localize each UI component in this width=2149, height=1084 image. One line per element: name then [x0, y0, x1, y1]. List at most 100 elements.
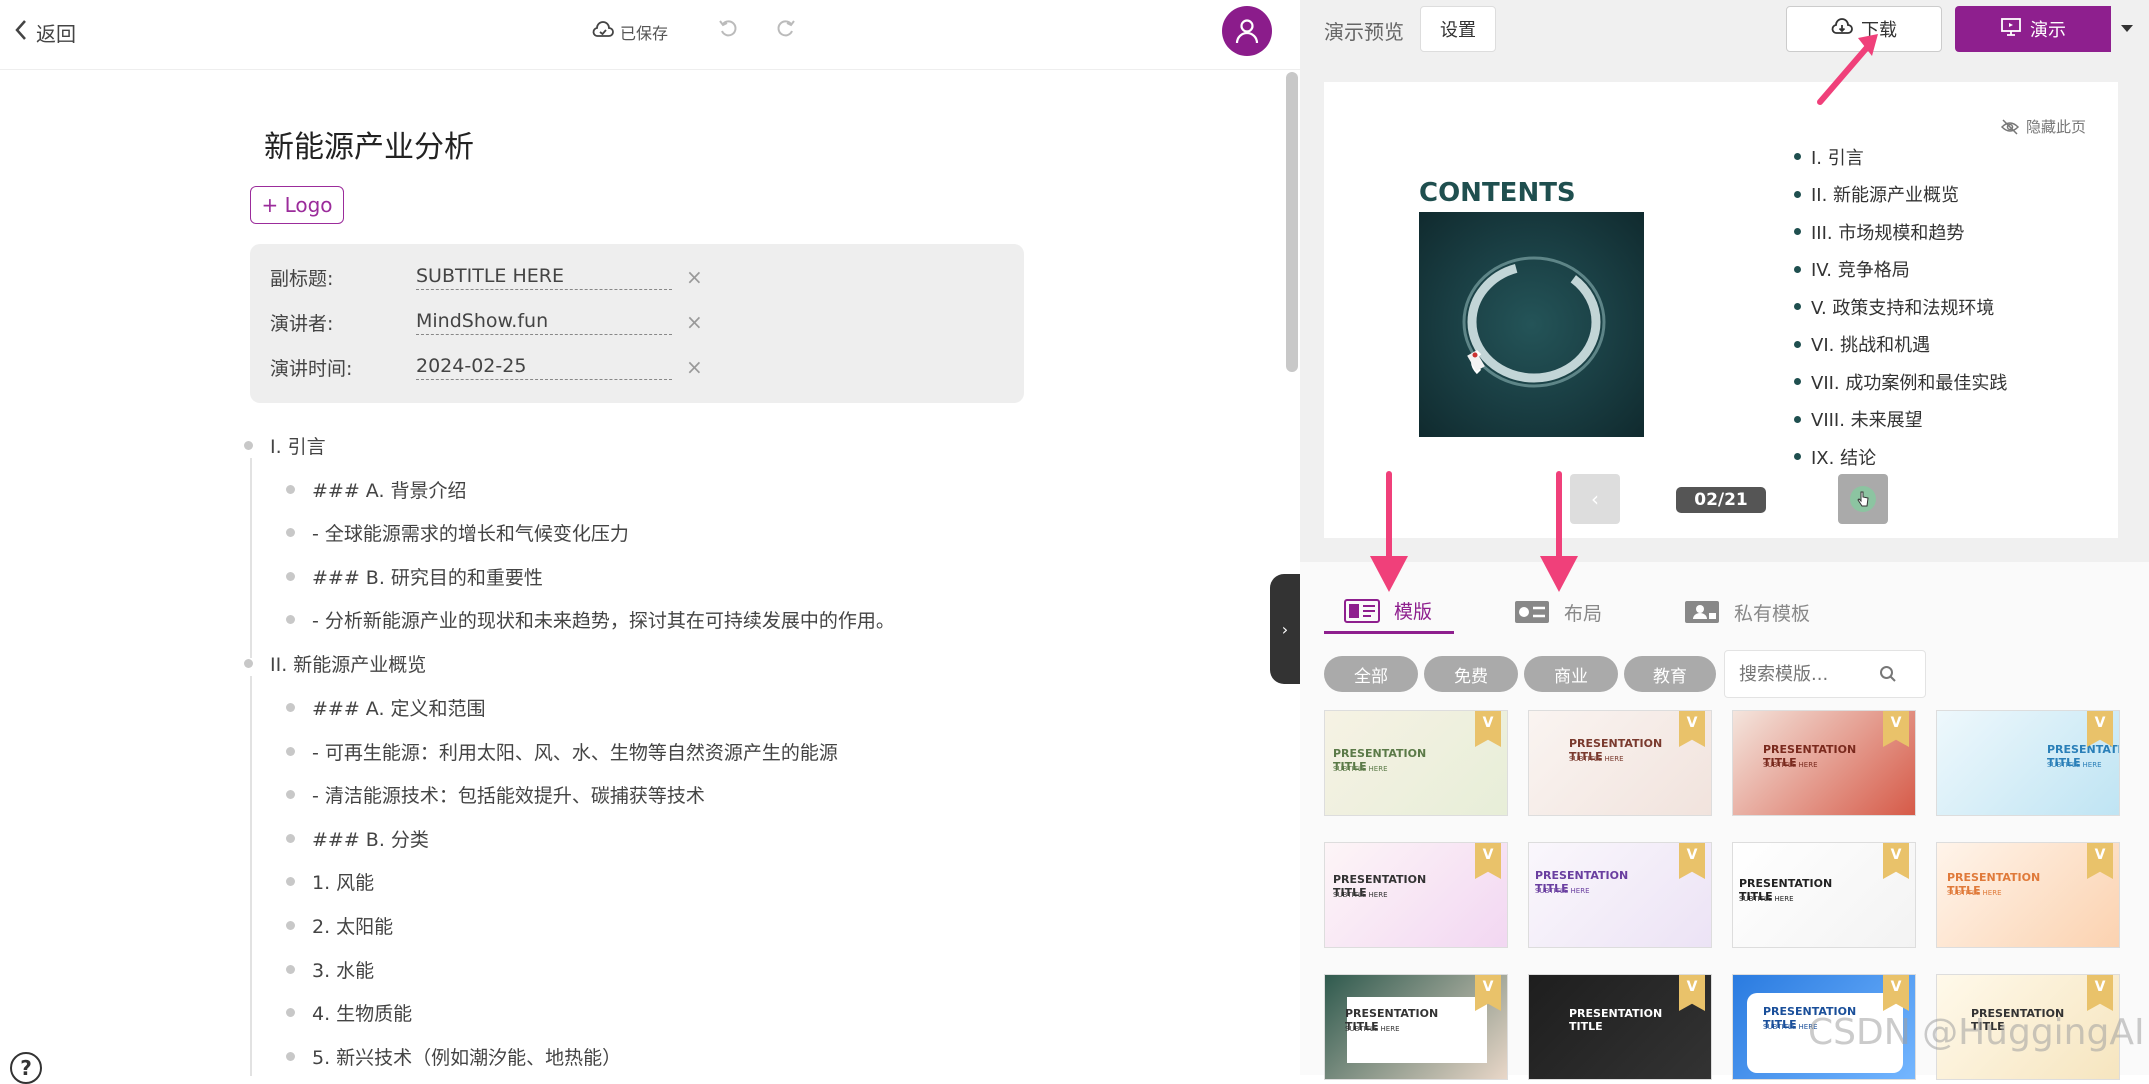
editor-scrollbar[interactable] [1286, 72, 1298, 372]
outline-heading[interactable]: I. 引言 [244, 432, 326, 459]
outline-item[interactable]: 3. 水能 [286, 956, 374, 983]
outline-item[interactable]: ### A. 定义和范围 [286, 694, 486, 721]
date-row: 演讲时间: 2024-02-25 × [270, 352, 703, 382]
presenter-row: 演讲者: MindShow.fun × [270, 307, 703, 337]
template-card[interactable]: PRESENTATION TITLESUBTITLE HEREV [1528, 842, 1712, 948]
document-title[interactable]: 新能源产业分析 [264, 122, 474, 166]
filter-business[interactable]: 商业 [1524, 656, 1618, 692]
outline-item[interactable]: - 可再生能源：利用太阳、风、水、生物等自然资源产生的能源 [286, 738, 838, 765]
template-card[interactable]: PRESENTATION TITLESUBTITLE HEREV [1324, 710, 1508, 816]
bullet-dot-icon[interactable] [244, 441, 253, 450]
bullet-dot-icon[interactable] [286, 615, 295, 624]
chevron-left-icon: ‹ [1591, 487, 1599, 511]
toc-item: IX. 结论 [1794, 438, 2007, 476]
boat-wake-image [1419, 212, 1644, 437]
template-card[interactable]: PRESENTATION TITLESUBTITLE HEREV [1936, 842, 2120, 948]
redo-button[interactable] [776, 18, 796, 44]
outline-item[interactable]: - 分析新能源产业的现状和未来趋势，探讨其在可持续发展中的作用。 [286, 606, 895, 633]
bullet-dot-icon[interactable] [286, 790, 295, 799]
bullet-dot-icon[interactable] [286, 1052, 295, 1061]
vip-badge-icon: V [1475, 843, 1501, 879]
subtitle-field[interactable]: SUBTITLE HERE [416, 265, 672, 290]
user-icon [1235, 19, 1259, 44]
hide-page-label: 隐藏此页 [2026, 118, 2087, 136]
presenter-field[interactable]: MindShow.fun [416, 310, 672, 335]
outline-guide-line [250, 458, 252, 658]
filter-free[interactable]: 免费 [1424, 656, 1518, 692]
template-card[interactable]: PRESENTATION TITLESUBTITLE HEREV [1324, 974, 1508, 1080]
caret-down-icon [2121, 25, 2133, 32]
filter-education[interactable]: 教育 [1624, 656, 1716, 692]
outline-item[interactable]: ### B. 分类 [286, 825, 429, 852]
clear-presenter-icon[interactable]: × [686, 310, 703, 334]
next-slide-button[interactable] [1838, 474, 1888, 524]
outline-item[interactable]: ### B. 研究目的和重要性 [286, 563, 543, 590]
bullet-dot-icon[interactable] [286, 1008, 295, 1017]
template-card[interactable]: PRESENTATION TITLESUBTITLE HEREV [1528, 710, 1712, 816]
outline-text: 3. 水能 [312, 960, 375, 982]
vip-badge-icon: V [1475, 711, 1501, 747]
bullet-dot-icon[interactable] [286, 572, 295, 581]
back-label: 返回 [36, 22, 76, 46]
template-search[interactable] [1724, 650, 1926, 698]
filter-all[interactable]: 全部 [1324, 656, 1418, 692]
outline-item[interactable]: - 清洁能源技术：包括能效提升、碳捕获等技术 [286, 781, 705, 808]
template-subtitle: SUBTITLE HERE [1535, 887, 1590, 895]
outline-item[interactable]: ### A. 背景介绍 [286, 476, 467, 503]
bullet-dot-icon[interactable] [286, 528, 295, 537]
bullet-dot-icon[interactable] [286, 485, 295, 494]
bullet-dot-icon[interactable] [286, 921, 295, 930]
outline-item[interactable]: 1. 风能 [286, 868, 374, 895]
subtitle-row: 副标题: SUBTITLE HERE × [270, 262, 703, 292]
bullet-dot-icon[interactable] [244, 659, 253, 668]
bullet-dot-icon[interactable] [286, 703, 295, 712]
template-card[interactable]: PRESENTATION TITLESUBTITLE HEREV [1324, 842, 1508, 948]
user-avatar[interactable] [1222, 6, 1272, 56]
outline-item[interactable]: - 全球能源需求的增长和气候变化压力 [286, 519, 629, 546]
template-search-input[interactable] [1739, 663, 1879, 685]
outline-text: 2. 太阳能 [312, 916, 394, 938]
bullet-dot-icon[interactable] [286, 834, 295, 843]
template-subtitle: SUBTITLE HERE [1763, 761, 1818, 769]
outline-heading[interactable]: II. 新能源产业概览 [244, 650, 426, 677]
undo-button[interactable] [718, 18, 738, 44]
collapse-panel-button[interactable]: › [1270, 574, 1300, 684]
outline-text: 5. 新兴技术（例如潮汐能、地热能） [312, 1047, 622, 1069]
outline-item[interactable]: 2. 太阳能 [286, 912, 393, 939]
presenter-label: 演讲者: [270, 312, 334, 335]
clear-date-icon[interactable]: × [686, 355, 703, 379]
settings-button[interactable]: 设置 [1420, 6, 1496, 52]
editor-panel: 返回 已保存 新能源产业分析 + Logo 副标题: SUBTITLE HERE… [0, 0, 1300, 1084]
help-button[interactable]: ? [10, 1052, 42, 1084]
add-logo-button[interactable]: + Logo [250, 186, 344, 224]
vip-badge-icon: V [2087, 711, 2113, 747]
toc-text: III. 市场规模和趋势 [1811, 222, 1965, 244]
template-subtitle: SUBTITLE HERE [2047, 761, 2102, 769]
outline-text: I. 引言 [270, 436, 326, 458]
hide-page-toggle[interactable]: 隐藏此页 [2000, 116, 2086, 137]
outline-text: ### A. 定义和范围 [312, 698, 486, 720]
present-button[interactable]: 演示 [1955, 6, 2111, 52]
outline-item[interactable]: 4. 生物质能 [286, 999, 412, 1026]
template-card[interactable]: PRESENTATION TITLESUBTITLE HEREV [1936, 710, 2120, 816]
clear-subtitle-icon[interactable]: × [686, 265, 703, 289]
slide-toc: I. 引言 II. 新能源产业概览 III. 市场规模和趋势 IV. 竞争格局 V. 政… [1794, 138, 2007, 476]
present-label: 演示 [2030, 20, 2066, 41]
toc-item: VII. 成功案例和最佳实践 [1794, 363, 2007, 401]
tab-private-templates[interactable]: 私有模板 [1684, 590, 1810, 634]
outline-text: 4. 生物质能 [312, 1003, 413, 1025]
metadata-panel: 副标题: SUBTITLE HERE × 演讲者: MindShow.fun ×… [250, 244, 1024, 403]
toc-text: I. 引言 [1811, 147, 1864, 169]
bullet-dot-icon[interactable] [286, 747, 295, 756]
toc-text: IX. 结论 [1811, 447, 1877, 469]
outline-item[interactable]: 5. 新兴技术（例如潮汐能、地热能） [286, 1043, 621, 1070]
back-button[interactable]: 返回 [14, 18, 76, 47]
date-field[interactable]: 2024-02-25 [416, 355, 672, 380]
bullet-dot-icon[interactable] [286, 965, 295, 974]
search-icon[interactable] [1879, 665, 1897, 683]
bullet-dot-icon[interactable] [286, 877, 295, 886]
template-card[interactable]: PRESENTATION TITLESUBTITLE HEREV [1732, 710, 1916, 816]
template-card[interactable]: PRESENTATION TITLESUBTITLE HEREV [1732, 842, 1916, 948]
present-options-dropdown[interactable] [2111, 6, 2143, 52]
template-card[interactable]: PRESENTATION TITLE V [1528, 974, 1712, 1080]
